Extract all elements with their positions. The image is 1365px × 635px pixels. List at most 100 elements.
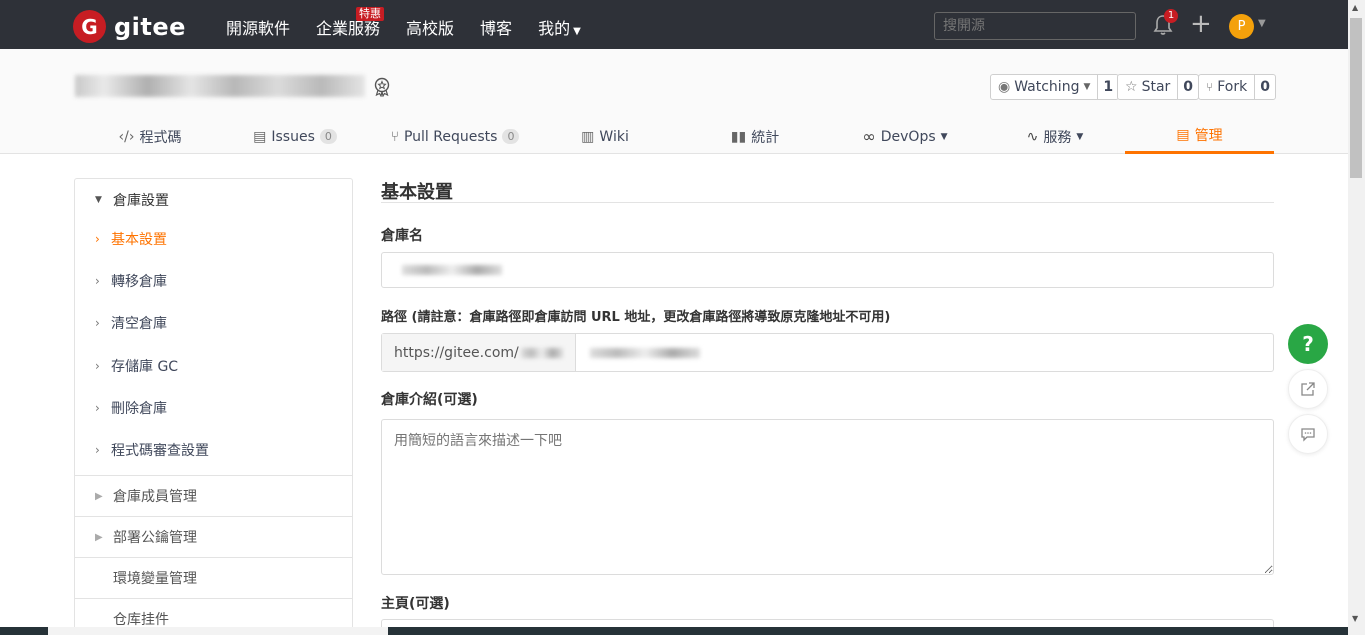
tab-pull-requests[interactable]: ⑂ Pull Requests 0 [380, 119, 530, 154]
repo-name-value-redacted [402, 265, 502, 275]
caret-right-icon: ▶ [95, 531, 103, 543]
tab-manage[interactable]: ▤ 管理 [1125, 119, 1274, 154]
fork-count[interactable]: 0 [1255, 75, 1275, 99]
caret-right-icon: ▶ [95, 490, 103, 502]
service-icon: ∿ [1026, 128, 1039, 145]
question-icon: ? [1302, 332, 1314, 356]
search-input[interactable] [934, 12, 1136, 40]
chevron-down-icon: ▼ [1076, 131, 1084, 142]
chevron-right-icon: › [95, 274, 100, 288]
sidebar-group-repo-settings[interactable]: ▼ 倉庫設置 [75, 179, 352, 221]
gitee-logo-icon: G [73, 10, 106, 43]
avatar[interactable]: P [1229, 14, 1254, 39]
nav-blog[interactable]: 博客 [480, 15, 512, 39]
issues-icon: ▤ [253, 128, 267, 145]
tab-issues-label: Issues [271, 128, 315, 145]
help-button[interactable]: ? [1288, 324, 1328, 364]
tab-stats[interactable]: ▮▮ 統計 [715, 119, 795, 154]
chevron-right-icon: › [95, 316, 100, 330]
project-tabs: ‹/› 程式碼 ▤ Issues 0 ⑂ Pull Requests 0 ▥ W… [75, 119, 1274, 154]
repo-name-input[interactable] [381, 252, 1274, 288]
pull-request-icon: ⑂ [390, 128, 399, 145]
star-button-group: ☆ Star 0 [1117, 74, 1200, 100]
nav-open-source[interactable]: 開源軟件 [226, 15, 290, 39]
path-namespace-redacted [520, 347, 563, 358]
nav-education[interactable]: 高校版 [406, 15, 454, 39]
sidebar-item-label: 轉移倉庫 [111, 274, 167, 290]
tab-service[interactable]: ∿ 服務 ▼ [1010, 119, 1100, 154]
sidebar-section-label: 仓库挂件 [113, 612, 169, 628]
nav-mine-label: 我的 [538, 19, 571, 38]
path-prefix: https://gitee.com/ [382, 334, 576, 371]
chevron-down-icon[interactable]: ▼ [1258, 18, 1266, 29]
chevron-right-icon: › [95, 401, 100, 415]
bottom-strip-light [48, 627, 388, 635]
nav-mine[interactable]: 我的 ▼ [538, 15, 581, 39]
tab-stats-label: 統計 [751, 129, 780, 146]
star-icon: ☆ [1125, 79, 1138, 95]
sidebar-item-label: 基本設置 [111, 232, 167, 248]
sidebar-item-transfer-repo[interactable]: › 轉移倉庫 [75, 260, 352, 302]
sidebar-item-basic-settings[interactable]: › 基本設置 [75, 218, 352, 260]
scroll-thumb[interactable] [1350, 18, 1362, 178]
star-count[interactable]: 0 [1178, 75, 1198, 99]
tab-devops[interactable]: ∞ DevOps ▼ [850, 119, 960, 154]
description-label: 倉庫介紹(可選) [381, 392, 478, 408]
sidebar-item-code-review[interactable]: › 程式碼審查設置 [75, 429, 352, 471]
tab-devops-label: DevOps [880, 128, 936, 145]
sidebar-section-label: 環境變量管理 [113, 571, 197, 587]
page-scrollbar[interactable]: ▲ ▼ [1348, 0, 1365, 635]
tab-code-label: 程式碼 [139, 129, 182, 146]
sidebar-section-deploy-keys[interactable]: ▶ 部署公鑰管理 [75, 516, 352, 557]
chevron-right-icon: › [95, 232, 100, 246]
fork-button[interactable]: ⑂ Fork [1199, 75, 1256, 99]
sidebar-item-delete-repo[interactable]: › 刪除倉庫 [75, 387, 352, 429]
award-badge-icon[interactable] [372, 77, 392, 97]
issues-count-badge: 0 [319, 129, 337, 144]
description-textarea[interactable] [381, 419, 1274, 575]
share-button[interactable] [1288, 369, 1328, 409]
chevron-down-icon: ▼ [940, 131, 948, 142]
sidebar-item-clear-repo[interactable]: › 清空倉庫 [75, 302, 352, 344]
tab-code[interactable]: ‹/› 程式碼 [95, 119, 205, 154]
chat-icon [1301, 428, 1315, 442]
notification-count-badge: 1 [1164, 9, 1178, 23]
sidebar-section-label: 部署公鑰管理 [113, 530, 197, 546]
star-label: Star [1141, 79, 1171, 95]
page-title: 基本設置 [381, 182, 453, 203]
sidebar-section-env-vars[interactable]: 環境變量管理 [75, 557, 352, 598]
nav-enterprise[interactable]: 企業服務 特惠 [316, 7, 385, 39]
scroll-down-arrow-icon[interactable]: ▼ [1352, 614, 1358, 623]
chevron-right-icon: › [95, 359, 100, 373]
scroll-up-arrow-icon[interactable]: ▲ [1352, 3, 1358, 12]
project-header: ◉ Watching ▼ 1 ☆ Star 0 ⑂ Fork 0 ‹/› 程式碼… [0, 49, 1348, 154]
path-label: 路徑 (請註意：倉庫路徑即倉庫訪問 URL 地址，更改倉庫路徑將導致原克隆地址不… [381, 310, 891, 325]
divider [381, 202, 1274, 203]
watch-count[interactable]: 1 [1098, 75, 1118, 99]
repo-name-label: 倉庫名 [381, 228, 423, 244]
pull-requests-count-badge: 0 [502, 129, 520, 144]
external-link-icon [1301, 382, 1315, 396]
tab-issues[interactable]: ▤ Issues 0 [245, 119, 345, 154]
path-value-redacted[interactable] [590, 347, 700, 358]
sidebar-section-members[interactable]: ▶ 倉庫成員管理 [75, 475, 352, 516]
tab-manage-label: 管理 [1194, 128, 1223, 144]
plus-icon[interactable]: + [1190, 11, 1212, 37]
top-navbar: G gitee 開源軟件 企業服務 特惠 高校版 博客 我的▼ 1 + P ▼ [0, 0, 1348, 49]
feedback-button[interactable] [1288, 414, 1328, 454]
sidebar-item-repo-gc[interactable]: › 存儲庫 GC [75, 345, 352, 387]
tab-wiki[interactable]: ▥ Wiki [565, 119, 645, 154]
sidebar-group-label: 倉庫設置 [113, 193, 169, 209]
gitee-logo-text: gitee [114, 12, 186, 41]
main-nav: 開源軟件 企業服務 特惠 高校版 博客 我的 ▼ [226, 7, 607, 39]
sidebar-item-label: 程式碼審查設置 [111, 443, 209, 459]
star-button[interactable]: ☆ Star [1118, 75, 1179, 99]
manage-icon: ▤ [1176, 127, 1190, 143]
fork-label: Fork [1217, 79, 1248, 95]
gitee-logo[interactable]: G gitee [73, 10, 186, 43]
caret-down-icon: ▼ [95, 195, 102, 205]
path-input-group: https://gitee.com/ [381, 333, 1274, 372]
sidebar-item-label: 刪除倉庫 [111, 401, 167, 417]
path-prefix-text: https://gitee.com/ [394, 344, 519, 361]
watch-button[interactable]: ◉ Watching ▼ [991, 75, 1099, 99]
